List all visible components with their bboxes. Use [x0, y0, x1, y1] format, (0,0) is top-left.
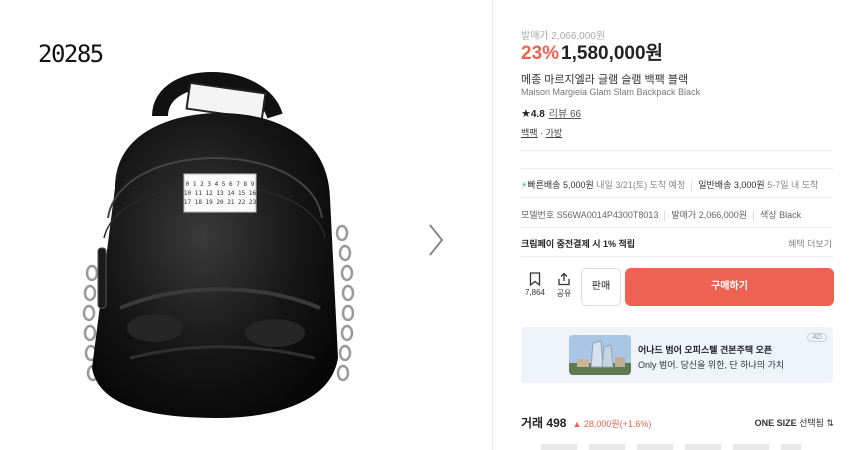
selected-size: ONE SIZE [754, 418, 797, 428]
product-image[interactable]: 0 1 2 3 4 5 6 7 8 9 10 11 12 13 14 15 16… [60, 58, 360, 420]
model-number: 모델번호 S56WA0014P4300T8013 [521, 210, 659, 220]
ad-banner[interactable]: AD 어나드 범어 오피스텔 견본주택 오픈 Only 범어. 당신을 위한, … [521, 327, 833, 383]
normal-shipping-label: 일반배송 3,000원 [698, 180, 765, 190]
banner-subtitle: Only 범어. 당신을 위한, 단 하나의 가치 [638, 360, 785, 370]
size-select-label: 선택됨 ⇅ [799, 418, 834, 428]
normal-shipping-note: 5-7일 내 도착 [764, 180, 819, 190]
fast-shipping-note: 내일 3/21(토) 도착 예정 [593, 180, 686, 190]
divider [521, 256, 833, 257]
size-selector[interactable]: ONE SIZE 선택됨 ⇅ [755, 416, 834, 429]
discount-rate: 23% [521, 43, 560, 64]
chevron-right-icon [429, 224, 444, 256]
product-info-row: 모델번호 S56WA0014P4300T8013 발매가 2,066,000원 색상… [521, 208, 801, 221]
trade-summary: 거래 498 ▲ 28,000원(+1.6%) [521, 414, 651, 431]
product-name-english: Maison Margiela Glam Slam Backpack Black [521, 87, 701, 97]
price-change: ▲ 28,000원(+1.6%) [572, 419, 652, 429]
review-link[interactable]: 리뷰 66 [549, 109, 581, 120]
divider [521, 150, 833, 151]
bookmark-icon [529, 272, 541, 286]
banner-title: 어나드 범어 오피스텔 견본주택 오픈 [638, 345, 773, 355]
rating: ★4.8 리뷰 66 [521, 105, 581, 120]
share-label: 공유 [556, 289, 572, 298]
label-line-3: 17 18 19 20 21 22 23 [184, 199, 257, 206]
banner-image [569, 335, 631, 375]
category-breadcrumb: 백팩 · 가방 [521, 126, 562, 139]
divider [521, 227, 833, 228]
bookmark-button[interactable]: 7,864 [521, 268, 549, 306]
divider [753, 210, 755, 221]
category-link-bag[interactable]: 가방 [546, 128, 563, 138]
divider [521, 197, 833, 198]
product-name-korean: 메종 마르지엘라 글램 슬램 백팩 블랙 [521, 74, 689, 86]
share-icon [558, 272, 570, 286]
label-line-2: 10 11 12 13 14 15 16 [184, 190, 257, 197]
trade-history-preview [541, 444, 801, 450]
sell-button[interactable]: 판매 [581, 268, 621, 306]
product-image-panel: 20285 0 1 2 3 4 5 6 7 8 9 10 11 12 13 14… [0, 0, 493, 450]
fast-shipping-label: 빠른배송 5,000원 [527, 180, 594, 190]
next-image-button[interactable] [424, 222, 448, 258]
release-price: 발매가 2,066,000원 [671, 210, 748, 220]
shipping-options[interactable]: ⚡빠른배송 5,000원 내일 3/21(토) 도착 예정 일반배송 3,000원… [521, 178, 833, 191]
price-row: 23% 1,580,000원 [521, 38, 663, 65]
label-line-1: 0 1 2 3 4 5 6 7 8 9 [186, 181, 255, 188]
ad-badge: AD [807, 333, 827, 342]
trade-count: 거래 498 [521, 416, 567, 430]
category-link-backpack[interactable]: 백팩 [521, 128, 538, 138]
product-detail-panel: 발매가 2,066,000원 23% 1,580,000원 메종 마르지엘라 글램… [493, 0, 860, 450]
cardpay-benefit: 크림페이 중전결제 시 1% 적립 [521, 239, 636, 249]
bookmark-count: 7,864 [524, 288, 546, 297]
category-separator: · [537, 128, 546, 138]
rating-score: 4.8 [530, 109, 545, 120]
star-icon: ★ [521, 108, 531, 120]
divider [691, 180, 693, 191]
divider [521, 168, 833, 169]
action-bar: 7,864 공유 판매 구매하기 [521, 268, 834, 306]
divider [664, 210, 666, 221]
color: 색상 Black [760, 210, 802, 220]
more-benefits-link[interactable]: 혜택 더보기 [788, 237, 832, 250]
share-button[interactable]: 공유 [551, 268, 577, 306]
current-price: 1,580,000원 [561, 43, 664, 64]
buy-button[interactable]: 구매하기 [625, 268, 834, 306]
